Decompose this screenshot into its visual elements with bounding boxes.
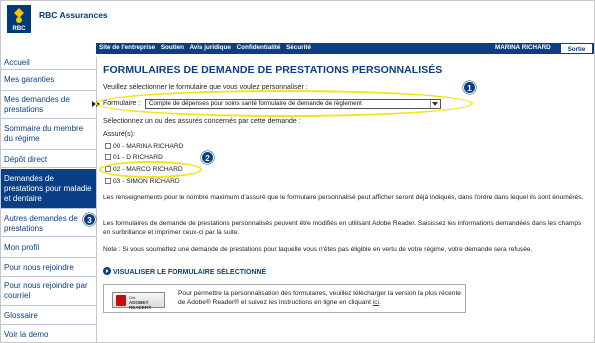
highlight-insured-option	[99, 161, 202, 178]
header: RBC RBC Assurances	[1, 1, 594, 43]
insured-option[interactable]: 00 - MARINA RICHARD	[105, 143, 183, 150]
highlight-form-select	[95, 90, 473, 117]
logo-text: RBC	[13, 26, 27, 32]
sidebar-item-glossary[interactable]: Glossaire	[1, 307, 96, 325]
sidebar-item-demo[interactable]: Voir la demo	[1, 326, 96, 342]
browser-frame: RBC RBC Assurances Site de l'entreprise …	[0, 0, 595, 343]
sidebar-item-direct-deposit[interactable]: Dépôt direct	[1, 151, 96, 168]
nav-link-security[interactable]: Sécurité	[286, 44, 311, 51]
view-form-link[interactable]: VISUALISER LE FORMULAIRE SÉLECTIONNÉ	[103, 267, 266, 276]
sidebar-item-contact[interactable]: Pour nous rejoindre	[1, 259, 96, 277]
checkbox[interactable]	[105, 143, 111, 149]
get-adobe-reader-button[interactable]: Get ADOBE® READER®	[112, 292, 165, 310]
rbc-logo[interactable]: RBC	[7, 5, 31, 33]
adobe-instructions: Pour permettre la personnalisation des f…	[178, 290, 461, 306]
sidebar-item-other-claims[interactable]: Autres demandes de prestations	[1, 210, 96, 237]
utility-nav: Site de l'entreprise Soutien Avis juridi…	[1, 43, 594, 54]
insured-label: Assuré(s):	[103, 131, 135, 138]
sidebar: Accueil Mes garanties Mes demandes de pr…	[1, 57, 96, 342]
insured-prompt: Sélectionnez un ou des assurés concernés…	[103, 118, 301, 125]
info-paragraph-1: Les renseignements pour le nombre maximu…	[103, 194, 584, 201]
nav-link-legal[interactable]: Avis juridique	[189, 44, 230, 51]
insured-option[interactable]: 03 - SIMON RICHARD	[105, 178, 180, 185]
callout-badge-1: 1	[463, 81, 476, 94]
nav-link-site[interactable]: Site de l'entreprise	[99, 44, 155, 51]
checkbox[interactable]	[105, 154, 111, 160]
nav-link-privacy[interactable]: Confidentialité	[237, 44, 281, 51]
sidebar-item-profile[interactable]: Mon profil	[1, 238, 96, 258]
nav-link-support[interactable]: Soutien	[161, 44, 184, 51]
logout-button[interactable]: Sortie	[560, 43, 593, 54]
sidebar-item-member-summary[interactable]: Sommaire du membre du régime	[1, 120, 96, 150]
checkbox[interactable]	[105, 178, 111, 184]
arrow-right-circle-icon	[103, 267, 111, 275]
sidebar-item-coverage[interactable]: Mes garanties	[1, 71, 96, 91]
sidebar-item-my-claims[interactable]: Mes demandes de prestations	[1, 92, 96, 119]
info-paragraph-3: Note : Si vous soumettez une demande de …	[103, 246, 533, 253]
adobe-reader-icon	[116, 295, 126, 306]
brand-name: RBC Assurances	[39, 10, 108, 20]
insured-option[interactable]: 01 - D RICHARD	[105, 154, 163, 161]
callout-badge-2: 2	[201, 151, 214, 164]
page-title: FORMULAIRES DE DEMANDE DE PRESTATIONS PE…	[103, 64, 443, 76]
adobe-reader-box: Get ADOBE® READER® Pour permettre la per…	[103, 284, 466, 313]
sidebar-item-contact-email[interactable]: Pour nous rejoindre par courriel	[1, 278, 96, 306]
info-paragraph-2: Les formulaires de demande de prestation…	[103, 220, 582, 236]
sidebar-item-health-dental-claims[interactable]: Demandes de prestations pour maladie et …	[1, 169, 96, 209]
sidebar-item-home[interactable]: Accueil	[1, 57, 96, 70]
callout-badge-3: 3	[83, 213, 96, 226]
user-name: MARINA RICHARD	[495, 44, 551, 51]
